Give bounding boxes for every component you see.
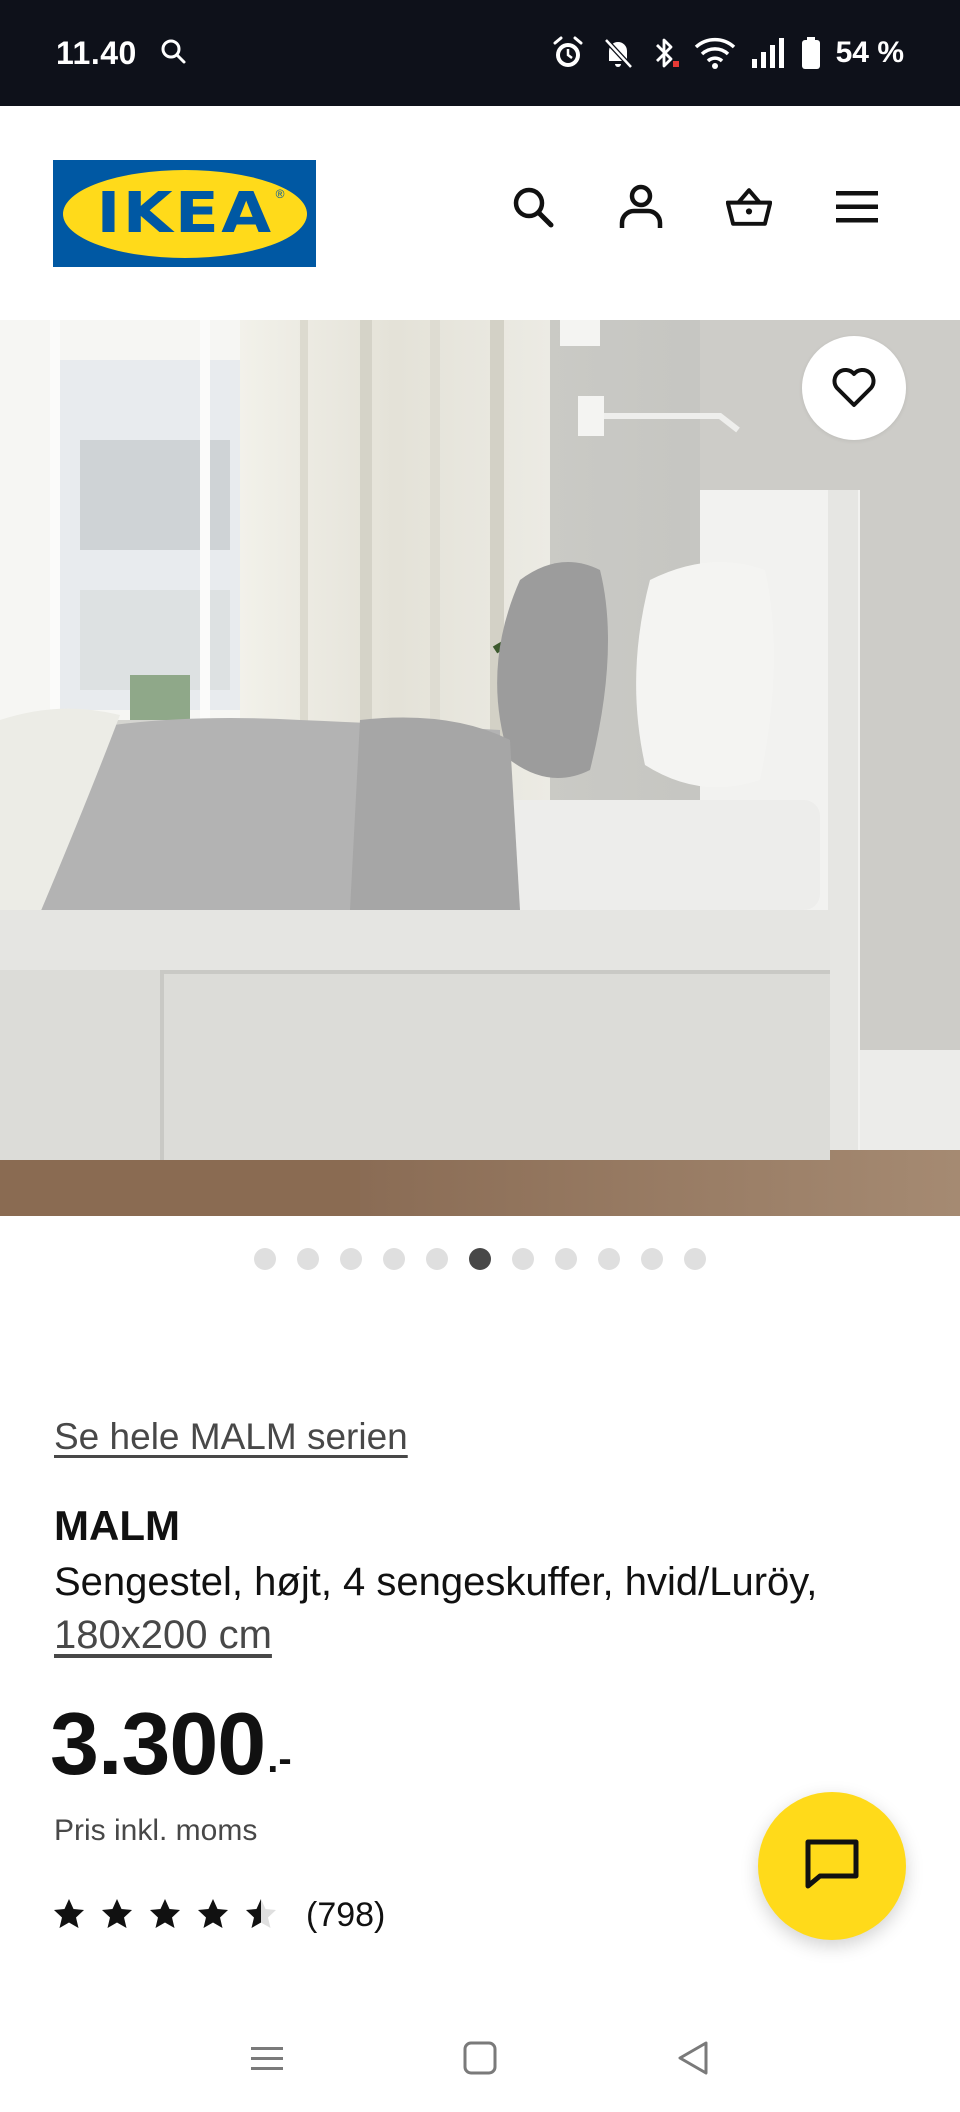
chat-icon (804, 1838, 860, 1895)
carousel-dot[interactable] (254, 1248, 276, 1270)
battery-icon (800, 36, 822, 70)
heart-icon (831, 367, 877, 409)
price-suffix: .- (267, 1737, 292, 1781)
menu-icon[interactable] (834, 184, 880, 230)
basket-icon[interactable] (726, 184, 772, 230)
status-bar: 11.40 54 % (0, 0, 960, 106)
logo-oval: IKEA ® (62, 169, 307, 258)
carousel-dot[interactable] (641, 1248, 663, 1270)
status-right: 54 % (550, 35, 904, 71)
bell-off-icon (600, 35, 636, 71)
carousel-dot[interactable] (555, 1248, 577, 1270)
size-link[interactable]: 180x200 cm (54, 1613, 272, 1657)
ikea-logo[interactable]: IKEA ® (53, 160, 316, 267)
status-time: 11.40 (56, 34, 137, 71)
star-icon (148, 1897, 182, 1935)
battery-percent: 54 % (835, 36, 904, 69)
price-value: 3.300 (50, 1694, 266, 1793)
price-note: Pris inkl. moms (54, 1814, 258, 1847)
product-name: MALM (54, 1502, 180, 1549)
recents-icon[interactable] (237, 2028, 297, 2088)
carousel-dot[interactable] (383, 1248, 405, 1270)
search-icon (159, 37, 187, 70)
star-icon (196, 1897, 230, 1935)
series-link[interactable]: Se hele MALM serien (54, 1416, 408, 1458)
carousel-dot[interactable] (512, 1248, 534, 1270)
chat-button[interactable] (758, 1792, 906, 1940)
carousel-dot[interactable] (297, 1248, 319, 1270)
signal-icon (750, 37, 786, 69)
price: 3.300 .- (50, 1700, 292, 1788)
logo-text: IKEA (96, 181, 273, 246)
star-icon (52, 1897, 86, 1935)
bluetooth-icon (650, 35, 680, 71)
star-icon (244, 1897, 278, 1935)
account-icon[interactable] (618, 184, 664, 230)
home-icon[interactable] (450, 2028, 510, 2088)
back-icon[interactable] (663, 2028, 723, 2088)
registered-mark: ® (275, 186, 285, 201)
header-actions (510, 184, 880, 230)
carousel-dot[interactable] (426, 1248, 448, 1270)
alarm-icon (550, 35, 586, 71)
product-description-text: Sengestel, højt, 4 sengeskuffer, hvid/Lu… (54, 1560, 818, 1604)
carousel-dots (0, 1248, 960, 1270)
product-image[interactable] (0, 320, 960, 1216)
wifi-icon (694, 36, 736, 70)
carousel-dot[interactable] (684, 1248, 706, 1270)
product-description: Sengestel, højt, 4 sengeskuffer, hvid/Lu… (54, 1556, 934, 1662)
search-icon[interactable] (510, 184, 556, 230)
carousel-dot[interactable] (469, 1248, 491, 1270)
carousel-dot[interactable] (598, 1248, 620, 1270)
site-header: IKEA ® (0, 106, 960, 320)
review-count: (798) (306, 1896, 386, 1934)
star-icon (100, 1897, 134, 1935)
rating-stars (52, 1897, 278, 1935)
status-left: 11.40 (56, 35, 187, 72)
system-nav-bar (0, 2004, 960, 2112)
rating[interactable]: (798) (52, 1896, 385, 1935)
carousel-dot[interactable] (340, 1248, 362, 1270)
favorite-button[interactable] (802, 336, 906, 440)
